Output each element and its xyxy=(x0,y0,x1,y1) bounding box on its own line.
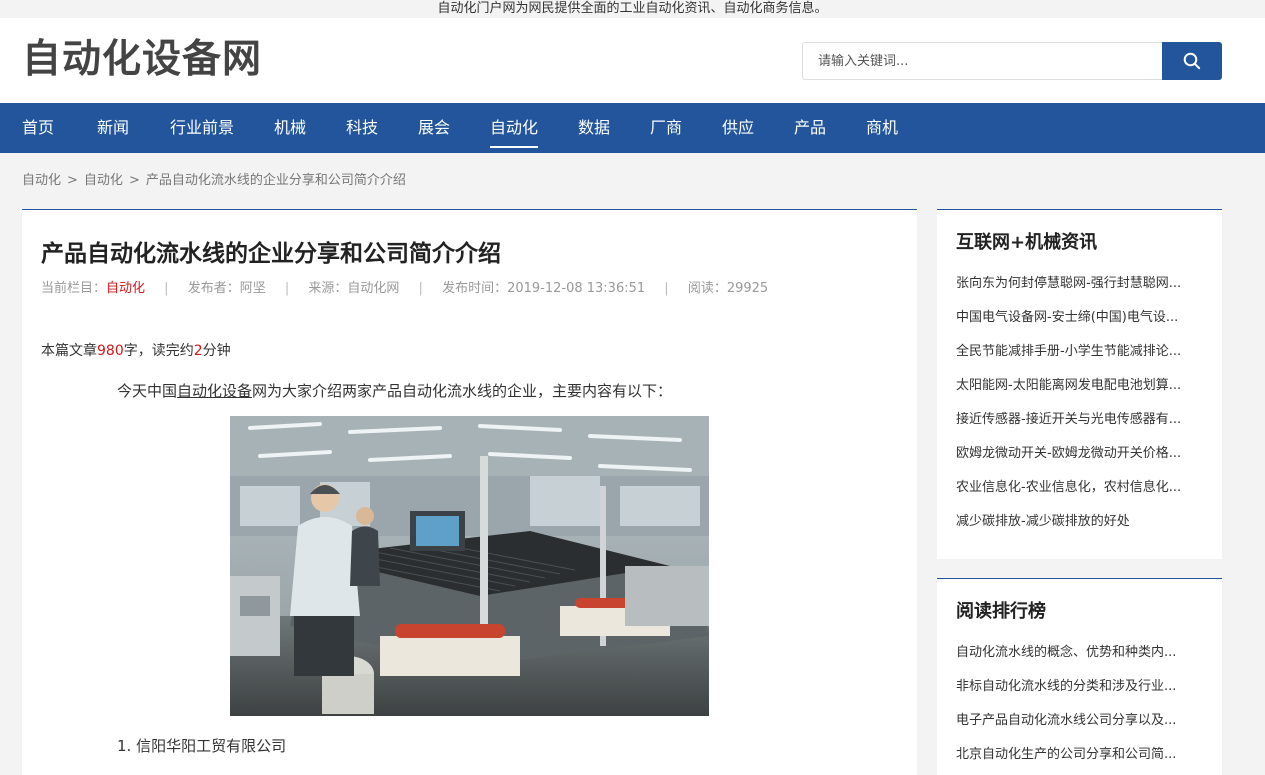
nav-item-technology[interactable]: 科技 xyxy=(346,103,378,153)
intro-link-automation-equipment[interactable]: 自动化设备 xyxy=(177,382,252,400)
breadcrumb-separator: > xyxy=(67,173,78,188)
nav-item-news[interactable]: 新闻 xyxy=(97,103,129,153)
article-photo xyxy=(230,416,709,716)
breadcrumb-link-automation[interactable]: 自动化 xyxy=(22,173,61,188)
breadcrumb: 自动化 > 自动化 > 产品自动化流水线的企业分享和公司简介介绍 xyxy=(22,171,406,191)
article-meta: 当前栏目：自动化 | 发布者：阿坚 | 来源：自动化网 | 发布时间：2019-… xyxy=(41,280,768,298)
meta-read-count: 阅读：29925 xyxy=(687,281,769,296)
sidebar-panel-reading-ranking: 阅读排行榜 自动化流水线的概念、优势和种类内... 非标自动化流水线的分类和涉及… xyxy=(937,578,1222,775)
nav-item-data[interactable]: 数据 xyxy=(578,103,610,153)
sidebar-news-item[interactable]: 接近传感器-接近开关与光电传感器有... xyxy=(956,410,1206,444)
breadcrumb-link-automation-category[interactable]: 自动化 xyxy=(84,173,123,188)
sidebar-panel-title: 阅读排行榜 xyxy=(956,601,1046,622)
sidebar-news-item[interactable]: 减少碳排放-减少碳排放的好处 xyxy=(956,512,1206,546)
nav-item-exhibition[interactable]: 展会 xyxy=(418,103,450,153)
article-title: 产品自动化流水线的企业分享和公司简介介绍 xyxy=(41,241,501,267)
search-input[interactable] xyxy=(802,42,1163,80)
search-box xyxy=(802,42,1222,80)
breadcrumb-separator: > xyxy=(128,173,140,188)
nav-item-supply[interactable]: 供应 xyxy=(722,103,754,153)
meta-divider: | xyxy=(284,281,290,296)
article-intro: 今天中国自动化设备网为大家介绍两家产品自动化流水线的企业，主要内容有以下： xyxy=(117,380,672,401)
sidebar-ranking-list: 自动化流水线的概念、优势和种类内... 非标自动化流水线的分类和涉及行业... … xyxy=(956,643,1206,775)
intro-before: 今天中国 xyxy=(117,382,178,400)
nav-item-industry-outlook[interactable]: 行业前景 xyxy=(170,103,234,153)
sidebar-news-item[interactable]: 欧姆龙微动开关-欧姆龙微动开关价格... xyxy=(956,444,1206,478)
meta-divider: | xyxy=(164,281,169,296)
breadcrumb-current: 产品自动化流水线的企业分享和公司简介介绍 xyxy=(145,173,406,188)
sidebar-ranking-item[interactable]: 非标自动化流水线的分类和涉及行业... xyxy=(956,677,1206,711)
sidebar-ranking-item[interactable]: 电子产品自动化流水线公司分享以及... xyxy=(956,711,1206,745)
sidebar-news-list: 张向东为何封停慧聪网-强行封慧聪网... 中国电气设备网-安士缔(中国)电气设.… xyxy=(956,274,1206,546)
word-count-prefix: 本篇文章 xyxy=(41,343,97,359)
search-button[interactable] xyxy=(1162,42,1222,80)
nav-item-products[interactable]: 产品 xyxy=(794,103,826,153)
top-tagline: 自动化门户网为网民提供全面的工业自动化资讯、自动化商务信息。 xyxy=(0,0,1265,18)
nav-item-machinery[interactable]: 机械 xyxy=(274,103,306,153)
site-header: 自动化设备网 xyxy=(0,18,1265,103)
word-count-line: 本篇文章980字，读完约2分钟 xyxy=(41,340,231,360)
site-logo[interactable]: 自动化设备网 xyxy=(22,36,262,84)
article-panel: 产品自动化流水线的企业分享和公司简介介绍 当前栏目：自动化 | 发布者：阿坚 |… xyxy=(22,209,917,775)
meta-source: 来源：自动化网 xyxy=(308,281,400,296)
sidebar-ranking-item[interactable]: 自动化流水线的概念、优势和种类内... xyxy=(956,643,1206,677)
meta-divider: | xyxy=(418,281,423,296)
nav-item-home[interactable]: 首页 xyxy=(22,103,54,153)
factory-assembly-line-image xyxy=(230,416,709,716)
word-count-chars: 980 xyxy=(97,343,124,359)
sidebar-news-item[interactable]: 农业信息化-农业信息化，农村信息化... xyxy=(956,478,1206,512)
nav-item-automation[interactable]: 自动化 xyxy=(490,103,539,153)
meta-column-link[interactable]: 自动化 xyxy=(106,281,145,296)
intro-after: 网为大家介绍两家产品自动化流水线的企业，主要内容有以下： xyxy=(252,382,673,400)
word-count-minutes: 2 xyxy=(193,343,203,359)
nav-item-manufacturers[interactable]: 厂商 xyxy=(650,103,682,153)
meta-divider: | xyxy=(664,281,669,296)
meta-column-label: 当前栏目： xyxy=(41,281,107,296)
sidebar-news-item[interactable]: 全民节能减排手册-小学生节能减排论... xyxy=(956,342,1206,376)
search-icon xyxy=(1183,52,1201,70)
meta-publish-time: 发布时间：2019-12-08 13:36:51 xyxy=(442,281,646,296)
sidebar-news-item[interactable]: 张向东为何封停慧聪网-强行封慧聪网... xyxy=(956,274,1206,308)
word-count-suffix: 分钟 xyxy=(202,343,231,359)
main-nav: 首页 新闻 行业前景 机械 科技 展会 自动化 数据 厂商 供应 产品 商机 xyxy=(0,103,1265,153)
meta-author: 发布者：阿坚 xyxy=(187,281,266,296)
word-count-mid: 字，读完约 xyxy=(123,343,194,359)
article-list-item-1: 1. 信阳华阳工贸有限公司 xyxy=(117,737,287,755)
nav-item-business[interactable]: 商机 xyxy=(866,103,898,153)
sidebar-ranking-item[interactable]: 北京自动化生产的公司分享和公司简... xyxy=(956,745,1206,775)
sidebar-panel-internet-machinery: 互联网+机械资讯 张向东为何封停慧聪网-强行封慧聪网... 中国电气设备网-安士… xyxy=(937,209,1222,559)
sidebar-news-item[interactable]: 太阳能网-太阳能离网发电配电池划算... xyxy=(956,376,1206,410)
sidebar-panel-title: 互联网+机械资讯 xyxy=(956,232,1098,253)
sidebar-news-item[interactable]: 中国电气设备网-安士缔(中国)电气设... xyxy=(956,308,1206,342)
